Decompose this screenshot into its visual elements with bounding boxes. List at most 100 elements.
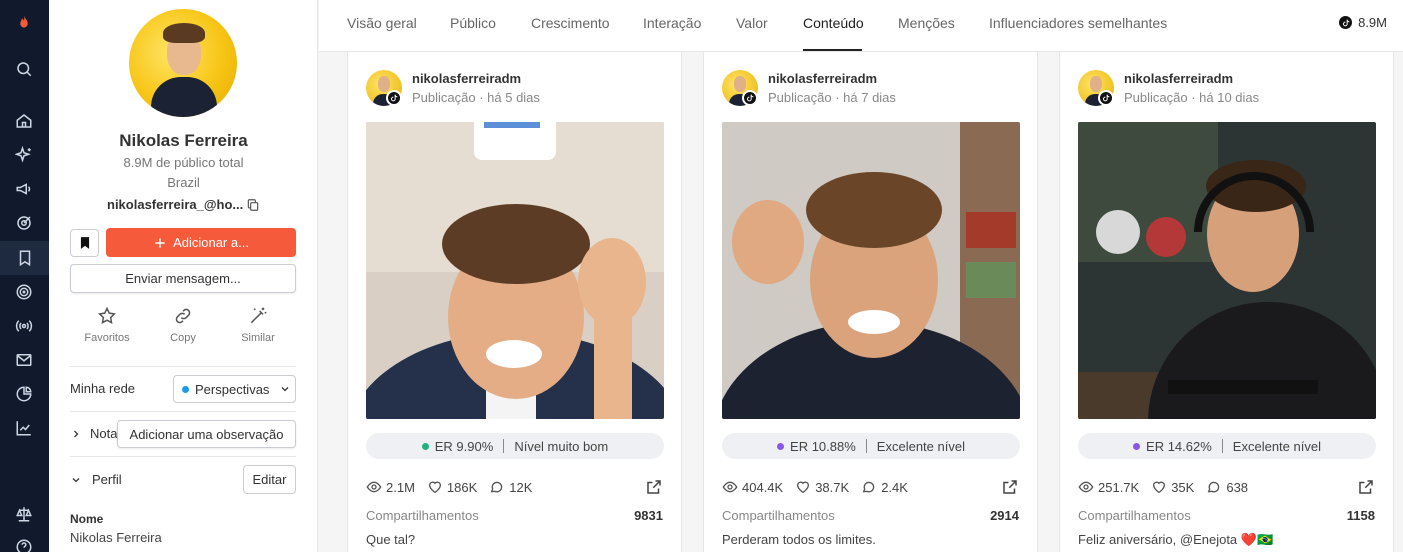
edit-button[interactable]: Editar [243, 465, 296, 494]
post-caption: Perderam todos os limites. [722, 532, 876, 547]
copy-action[interactable]: Copy [153, 306, 213, 344]
profile-country: Brazil [167, 175, 200, 190]
similar-label: Similar [241, 332, 275, 344]
comment-icon [1208, 481, 1220, 493]
shares-value: 1158 [1346, 508, 1375, 523]
post-card[interactable]: nikolasferreiradm Publicação · há 5 dias… [347, 52, 682, 552]
er-status-dot [1133, 442, 1141, 450]
shares-label: Compartilhamentos [366, 508, 479, 523]
notes-section-toggle[interactable]: Nota [70, 426, 117, 441]
post-thumbnail[interactable] [366, 122, 664, 419]
sparkles-icon[interactable] [12, 143, 36, 167]
search-icon[interactable] [12, 57, 36, 81]
field-name-label: Nome [70, 512, 104, 526]
views-count: 2.1M [386, 479, 415, 495]
star-icon [98, 306, 116, 324]
post-caption: Que tal? [366, 532, 416, 547]
tab-mencoes[interactable]: Menções [898, 15, 955, 31]
left-rail [0, 0, 49, 552]
megaphone-icon[interactable] [12, 177, 36, 201]
post-caption: Feliz aniversário, @Enejota ❤️🇧🇷 [1078, 532, 1274, 547]
post-stats: 404.4K 38.7K 2.4K [722, 479, 920, 495]
er-status-dot [777, 442, 785, 450]
profile-avatar [129, 9, 237, 117]
profile-panel: Nikolas Ferreira 8.9M de público total B… [49, 0, 318, 552]
tab-publico[interactable]: Público [450, 15, 496, 31]
profile-audience: 8.9M de público total [123, 155, 244, 170]
chevron-down-icon [281, 387, 289, 392]
link-icon [175, 308, 191, 324]
favorites-label: Favoritos [84, 332, 130, 344]
engagement-rate-badge: ER 14.62% Excelente nível [1078, 433, 1376, 459]
profile-section-label: Perfil [92, 472, 122, 487]
post-username[interactable]: nikolasferreiradm [768, 71, 877, 86]
send-message-button[interactable]: Enviar mensagem... [70, 264, 296, 293]
profile-email: nikolasferreira_@ho... [107, 197, 244, 212]
tab-bar: Visão geral Público Crescimento Interaçã… [319, 0, 1403, 52]
er-value: ER 14.62% [1146, 438, 1212, 454]
tab-valor[interactable]: Valor [736, 15, 768, 31]
engagement-rate-badge: ER 10.88% Excelente nível [722, 433, 1020, 459]
favorites-action[interactable]: Favoritos [77, 306, 137, 344]
views-count: 251.7K [1098, 479, 1140, 495]
eye-icon [1078, 481, 1094, 493]
tab-crescimento[interactable]: Crescimento [531, 15, 610, 31]
add-to-list-button[interactable]: Adicionar a... [106, 228, 296, 257]
heart-icon [1153, 481, 1166, 494]
divider [70, 456, 296, 457]
followers-count: 8.9M [1339, 15, 1387, 30]
post-meta: Publicação · há 5 dias [412, 90, 540, 105]
copy-label: Copy [170, 332, 196, 344]
post-card[interactable]: nikolasferreiradm Publicação · há 7 dias… [703, 52, 1038, 552]
post-thumbnail[interactable] [722, 122, 1020, 419]
radar-icon[interactable] [12, 280, 36, 304]
trend-chart-icon[interactable] [12, 416, 36, 440]
flame-logo-icon[interactable] [12, 11, 36, 35]
tab-conteudo[interactable]: Conteúdo [803, 15, 864, 31]
post-thumbnail[interactable] [1078, 122, 1376, 419]
tab-visao-geral[interactable]: Visão geral [347, 15, 417, 31]
scale-icon[interactable] [12, 502, 36, 526]
comments-count: 12K [509, 479, 533, 495]
tiktok-icon [742, 90, 758, 106]
pie-chart-icon[interactable] [12, 382, 36, 406]
engagement-rate-badge: ER 9.90% Nível muito bom [366, 433, 664, 459]
profile-section-toggle[interactable]: Perfil [70, 472, 122, 487]
external-link-icon[interactable] [1001, 478, 1019, 496]
network-value: Perspectivas [195, 381, 270, 397]
divider [70, 366, 296, 367]
add-note-button[interactable]: Adicionar uma observação [117, 420, 296, 448]
bookmark-icon[interactable] [0, 241, 49, 275]
target-icon[interactable] [12, 211, 36, 235]
network-status-dot [182, 385, 189, 393]
active-tab-indicator [803, 49, 862, 51]
broadcast-icon[interactable] [12, 314, 36, 338]
er-status-dot [421, 442, 429, 450]
post-stats: 251.7K 35K 638 [1078, 479, 1260, 495]
divider [70, 411, 296, 412]
tab-influenciadores-semelhantes[interactable]: Influenciadores semelhantes [989, 15, 1167, 31]
post-card[interactable]: nikolasferreiradm Publicação · há 10 dia… [1059, 52, 1394, 552]
network-label: Minha rede [70, 381, 136, 396]
external-link-icon[interactable] [645, 478, 663, 496]
help-icon[interactable] [12, 535, 36, 552]
home-icon[interactable] [12, 109, 36, 133]
mail-icon[interactable] [12, 348, 36, 372]
similar-action[interactable]: Similar [228, 306, 288, 344]
shares-value: 9831 [634, 508, 663, 523]
tab-interacao[interactable]: Interação [643, 15, 701, 31]
post-username[interactable]: nikolasferreiradm [1124, 71, 1233, 86]
post-username[interactable]: nikolasferreiradm [412, 71, 521, 86]
er-level: Excelente nível [876, 438, 965, 454]
post-stats: 2.1M 186K 12K [366, 479, 544, 495]
external-link-icon[interactable] [1357, 478, 1375, 496]
likes-count: 35K [1171, 479, 1195, 495]
plus-icon [155, 237, 165, 248]
copy-icon[interactable] [246, 198, 260, 212]
comment-icon [490, 481, 503, 493]
network-select[interactable]: Perspectivas [173, 375, 296, 403]
bookmark-button[interactable] [70, 229, 99, 257]
er-level: Excelente nível [1232, 438, 1321, 454]
likes-count: 186K [446, 479, 478, 495]
notes-label: Nota [90, 426, 118, 441]
